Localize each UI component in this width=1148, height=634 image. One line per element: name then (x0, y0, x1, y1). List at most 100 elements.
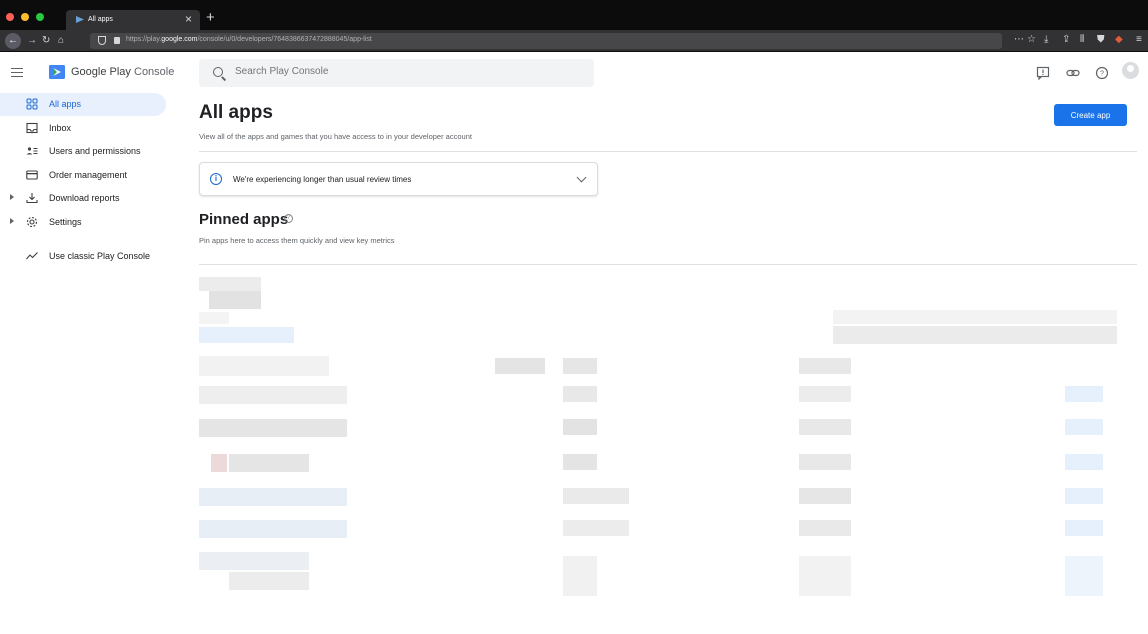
sidebar-item-label: Inbox (49, 123, 72, 133)
table-row (199, 386, 347, 404)
table-row (799, 488, 851, 504)
notice-text: We're experiencing longer than usual rev… (233, 175, 412, 184)
page-title: All apps (199, 102, 273, 123)
help-circle-icon[interactable]: ? (284, 214, 293, 223)
list-item (833, 310, 1117, 324)
bookmark-star-icon[interactable]: ☆ (1027, 34, 1036, 45)
sidebar-item-inbox[interactable]: Inbox (0, 117, 166, 140)
table-row (799, 520, 851, 536)
new-tab-icon[interactable]: + (206, 9, 215, 26)
table-row (199, 520, 347, 538)
table-row (1065, 520, 1103, 536)
sidebar-item-settings[interactable]: Settings (0, 211, 166, 234)
table-row (1065, 488, 1103, 504)
table-row (1065, 556, 1103, 596)
table-row (1065, 419, 1103, 435)
url-text: https://play.google.com/console/u/0/deve… (126, 36, 372, 43)
sidebar-item-label: Use classic Play Console (49, 251, 151, 261)
table-row (1065, 386, 1103, 402)
sidebar-item-label: Settings (49, 217, 82, 227)
table-row (563, 386, 597, 402)
menu-icon[interactable]: ≡ (1136, 34, 1142, 45)
table-row (495, 358, 545, 374)
sidebar-nav: All apps Inbox Users and permissions Ord… (0, 93, 175, 634)
table-row (563, 488, 629, 504)
table-row (1065, 454, 1103, 470)
browser-tab[interactable]: All apps × (66, 10, 200, 30)
expand-arrow-icon[interactable] (10, 194, 14, 200)
users-icon (26, 147, 38, 155)
table-row (229, 572, 309, 590)
library-icon[interactable]: ⫴ (1080, 34, 1084, 45)
table-row (199, 488, 347, 506)
sidebar-item-classic-console[interactable]: Use classic Play Console (0, 245, 166, 268)
list-item (199, 327, 294, 343)
play-console-app: Google Play Console ? (0, 53, 1148, 634)
sidebar-item-label: Order management (49, 170, 128, 180)
reload-icon[interactable]: ↻ (42, 35, 50, 46)
hamburger-menu-icon[interactable] (11, 68, 23, 77)
pinned-apps-subtitle: Pin apps here to access them quickly and… (199, 236, 395, 245)
pocket-icon[interactable]: ⇪ (1062, 34, 1070, 45)
close-window-icon[interactable] (6, 13, 14, 21)
feedback-icon[interactable] (1036, 66, 1050, 80)
console-topbar: Google Play Console ? (0, 53, 1148, 93)
shield-icon[interactable] (98, 36, 106, 45)
tab-title: All apps (88, 16, 113, 23)
sidebar-item-users[interactable]: Users and permissions (0, 140, 166, 163)
list-item (199, 277, 261, 291)
page-actions-icon[interactable]: ⋯ (1014, 34, 1024, 45)
trend-line-icon (26, 252, 38, 260)
download-icon[interactable]: ⤓ (1044, 34, 1048, 45)
list-item (199, 312, 229, 324)
gear-icon (26, 216, 38, 228)
table-row (563, 358, 597, 374)
search-bar[interactable] (199, 59, 594, 87)
review-times-notice[interactable]: i We're experiencing longer than usual r… (199, 162, 598, 196)
sidebar-item-all-apps[interactable]: All apps (0, 93, 166, 116)
expand-arrow-icon[interactable] (10, 218, 14, 224)
list-item (209, 291, 261, 309)
extension-icon[interactable]: ◆ (1115, 34, 1123, 45)
sidebar-item-download-reports[interactable]: Download reports (0, 187, 166, 210)
home-icon[interactable]: ⌂ (58, 35, 64, 46)
list-item (833, 326, 1117, 344)
play-favicon-icon (76, 16, 84, 23)
inbox-icon (26, 122, 38, 134)
sidebar-item-label: Download reports (49, 193, 120, 203)
header-divider (199, 151, 1137, 152)
table-row (563, 454, 597, 470)
table-row (799, 556, 851, 596)
sidebar-item-order-management[interactable]: Order management (0, 164, 166, 187)
account-avatar[interactable] (1122, 62, 1139, 79)
table-row (563, 520, 629, 536)
svg-text:?: ? (1100, 71, 1104, 78)
brand-name[interactable]: Google Play Console (71, 66, 174, 78)
zoom-window-icon[interactable] (36, 13, 44, 21)
main-content: All apps View all of the apps and games … (199, 93, 1137, 634)
search-icon (213, 67, 223, 77)
url-bar[interactable]: https://play.google.com/console/u/0/deve… (90, 33, 1002, 49)
search-input[interactable] (235, 66, 575, 77)
close-tab-icon[interactable]: × (185, 12, 192, 26)
chevron-down-icon[interactable] (576, 172, 587, 183)
browser-titlebar: All apps × + (0, 0, 1148, 30)
info-icon: i (210, 173, 222, 185)
sidebar-item-label: All apps (49, 99, 82, 109)
table-row (199, 419, 347, 437)
table-row (229, 454, 309, 472)
sidebar-item-label: Users and permissions (49, 146, 141, 156)
table-row (799, 358, 851, 374)
create-app-button[interactable]: Create app (1054, 104, 1127, 126)
forward-icon[interactable]: → (27, 35, 37, 46)
link-icon[interactable] (1066, 66, 1080, 80)
minimize-window-icon[interactable] (21, 13, 29, 21)
table-row (563, 419, 597, 435)
help-icon[interactable]: ? (1095, 66, 1109, 80)
table-row (199, 552, 309, 570)
extension-shield-icon[interactable]: ⛊ (1097, 34, 1105, 45)
lock-icon[interactable] (114, 37, 120, 44)
browser-navbar: ← → ↻ ⌂ https://play.google.com/console/… (0, 30, 1148, 52)
back-icon[interactable]: ← (5, 33, 21, 49)
table-row (563, 556, 597, 596)
